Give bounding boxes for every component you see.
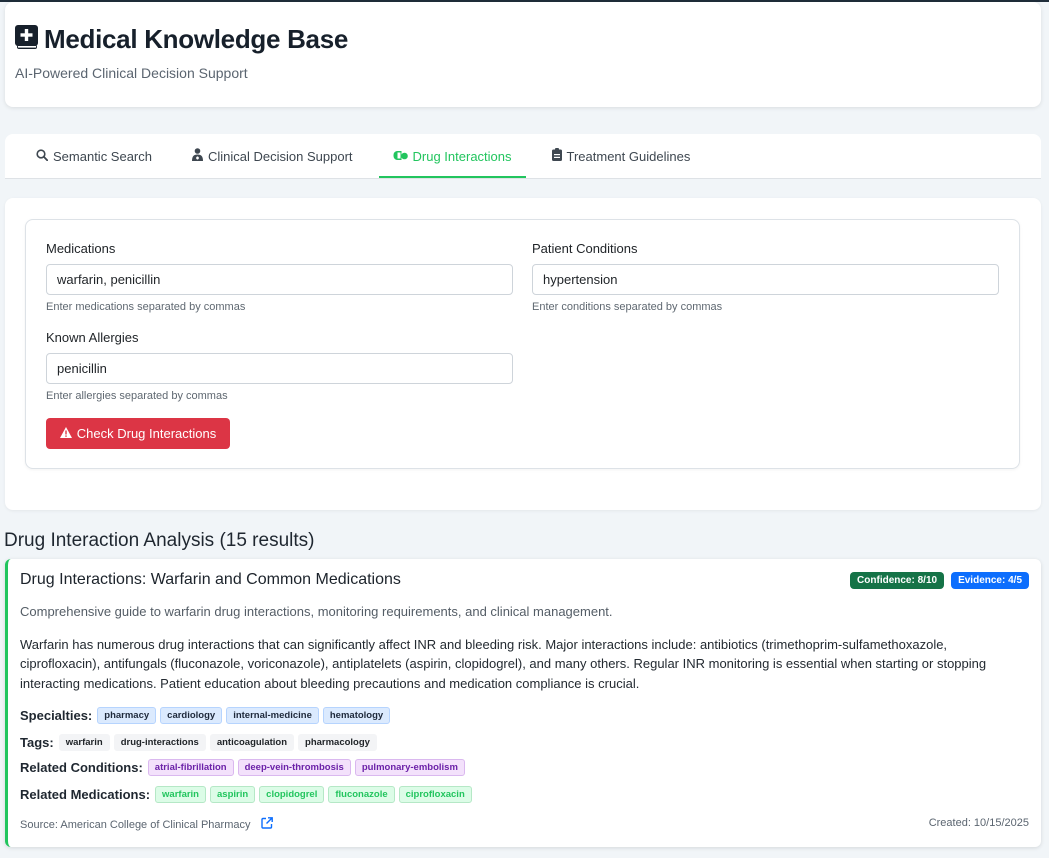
clipboard-icon [551,148,562,164]
medications-field-group: Medications warfarin, penicillin Enter m… [46,241,513,313]
app-title: Medical Knowledge Base [44,24,349,54]
conditions-field-group: Patient Conditions hypertension Enter co… [532,241,999,313]
related-conditions-row: Related Conditions: atrial-fibrillation … [20,759,465,776]
allergies-field-group: Known Allergies penicillin Enter allergi… [46,330,513,402]
tag-chip: pharmacology [298,734,377,751]
medical-book-icon [15,24,38,55]
check-drug-interactions-button[interactable]: Check Drug Interactions [46,418,230,449]
medication-chip: clopidogrel [259,786,325,803]
evidence-badge: Evidence: 4/5 [951,572,1029,589]
page-title: Medical Knowledge Base [15,24,348,55]
condition-chip: atrial-fibrillation [147,759,234,776]
allergies-help: Enter allergies separated by commas [46,390,228,402]
tab-clinical-decision-support[interactable]: Clinical Decision Support [178,134,367,178]
specialties-row: Specialties: pharmacy cardiology interna… [20,707,391,724]
tab-treatment-guidelines[interactable]: Treatment Guidelines [538,134,705,178]
result-body: Warfarin has numerous drug interactions … [20,637,987,691]
app-subtitle: AI-Powered Clinical Decision Support [15,65,248,81]
tag-chip: drug-interactions [113,734,206,751]
result-card: Drug Interactions: Warfarin and Common M… [5,559,1041,847]
tab-drug-interactions[interactable]: Drug Interactions [378,134,526,178]
result-created-date: Created: 10/15/2025 [928,817,1029,829]
tab-label: Drug Interactions [412,148,512,164]
specialty-chip: internal-medicine [226,707,319,724]
medication-chip: fluconazole [328,786,395,803]
tags-row: Tags: warfarin drug-interactions anticoa… [20,734,377,751]
specialty-chip: cardiology [160,707,223,724]
warning-icon [59,426,72,441]
conditions-label: Patient Conditions [532,241,638,256]
medications-label: Medications [46,241,116,256]
tab-semantic-search[interactable]: Semantic Search [22,134,166,178]
specialty-chip: pharmacy [97,707,157,724]
medication-chip: warfarin [155,786,206,803]
conditions-help: Enter conditions separated by commas [532,301,723,313]
tab-label: Semantic Search [53,148,152,164]
drug-interaction-form: Medications warfarin, penicillin Enter m… [25,219,1020,469]
button-label: Check Drug Interactions [76,426,217,441]
source-text: Source: American College of Clinical Pha… [20,818,251,831]
conditions-input[interactable]: hypertension [532,264,999,295]
related-conditions-label: Related Conditions: [20,760,143,775]
allergies-label: Known Allergies [46,330,139,345]
related-medications-row: Related Medications: warfarin aspirin cl… [20,786,472,803]
tab-label: Treatment Guidelines [566,148,691,164]
app-header: Medical Knowledge Base AI-Powered Clinic… [5,2,1041,107]
result-summary: Comprehensive guide to warfarin drug int… [20,604,613,619]
condition-chip: deep-vein-thrombosis [237,759,351,776]
tags-label: Tags: [20,735,54,750]
drug-interaction-panel: Medications warfarin, penicillin Enter m… [5,198,1041,510]
medication-chip: ciprofloxacin [398,786,472,803]
doctor-icon [192,148,203,164]
condition-chip: pulmonary-embolism [354,759,465,776]
related-medications-label: Related Medications: [20,787,151,802]
tab-bar: Semantic Search Clinical Decision Suppor… [5,134,1041,179]
result-title: Drug Interactions: Warfarin and Common M… [20,571,401,588]
confidence-badge: Confidence: 8/10 [850,572,945,589]
results-heading: Drug Interaction Analysis (15 results) [4,530,315,551]
medication-chip: aspirin [210,786,256,803]
tag-chip: anticoagulation [209,734,295,751]
pills-icon [393,149,408,164]
tag-chip: warfarin [58,734,110,751]
tab-label: Clinical Decision Support [208,148,353,164]
allergies-input[interactable]: penicillin [46,353,513,384]
search-icon [36,148,49,164]
external-link-icon[interactable] [260,817,273,832]
result-badges: Confidence: 8/10 Evidence: 4/5 [850,572,1029,589]
specialty-chip: hematology [322,707,391,724]
result-source: Source: American College of Clinical Pha… [20,817,273,832]
specialties-label: Specialties: [20,708,93,723]
medications-help: Enter medications separated by commas [46,301,246,313]
medications-input[interactable]: warfarin, penicillin [46,264,513,295]
